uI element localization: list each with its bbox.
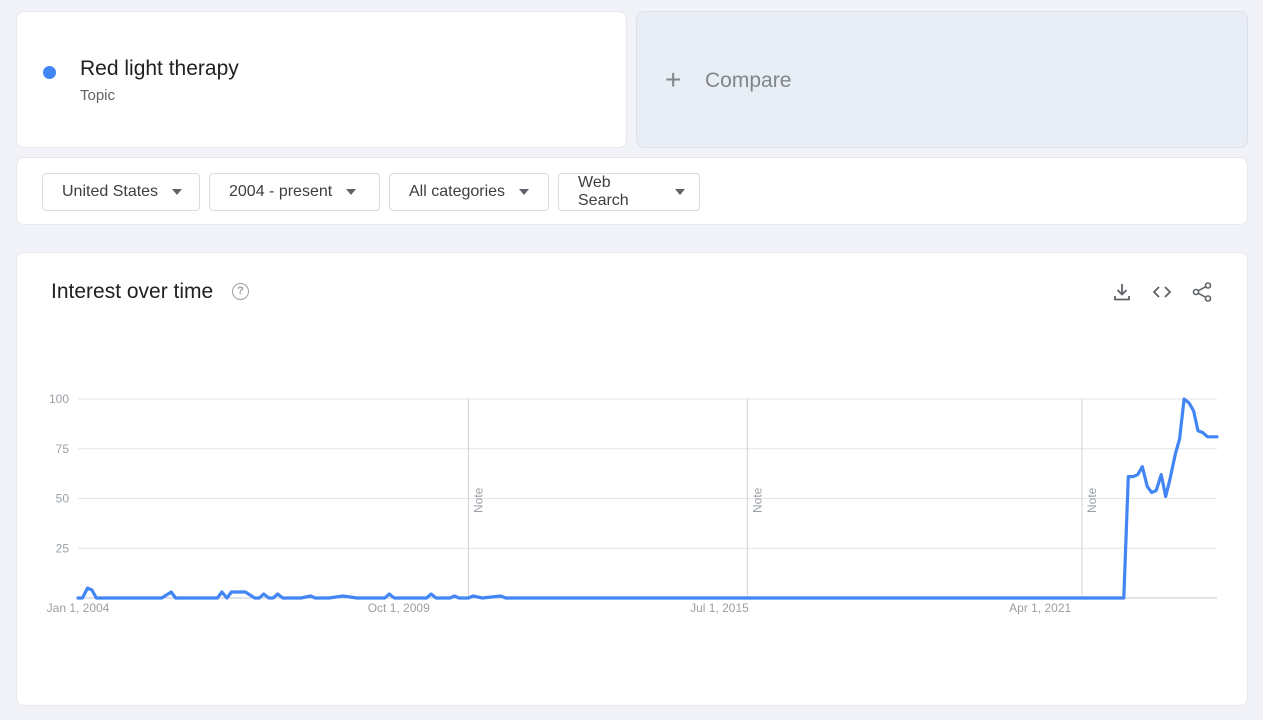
y-tick-label: 25 <box>56 541 70 555</box>
x-tick-label: Jan 1, 2004 <box>47 601 110 615</box>
note-label: Note <box>471 487 485 513</box>
chart-title: Interest over time <box>51 280 214 303</box>
x-tick-label: Apr 1, 2021 <box>1009 601 1071 615</box>
region-filter-label: United States <box>62 183 159 200</box>
compare-label: Compare <box>705 69 792 92</box>
search-term-card[interactable]: Red light therapy Topic <box>16 11 627 148</box>
category-filter-dropdown[interactable]: All categories <box>389 173 549 211</box>
search-term-name[interactable]: Red light therapy <box>80 57 239 81</box>
search-property-filter-dropdown[interactable]: Web Search <box>558 173 700 211</box>
note-label: Note <box>1085 487 1099 513</box>
caret-down-icon <box>172 189 183 195</box>
property-filter-label: Web Search <box>578 174 629 209</box>
caret-down-icon <box>519 189 530 195</box>
search-term-type: Topic <box>80 87 116 104</box>
x-tick-label: Oct 1, 2009 <box>368 601 430 615</box>
time-range-filter-dropdown[interactable]: 2004 - present <box>209 173 380 211</box>
y-tick-label: 75 <box>56 442 70 456</box>
region-filter-dropdown[interactable]: United States <box>42 173 200 211</box>
share-icon[interactable] <box>1191 281 1213 303</box>
interest-line-chart: 100 75 50 25 Note Note Note Jan 1, 2004 Oct 1, 2… <box>47 392 1219 615</box>
plus-icon: + <box>665 64 682 95</box>
y-tick-label: 100 <box>49 392 69 406</box>
interest-over-time-card: 100 75 50 25 Note Note Note Jan 1, 2004 Oct 1, 2… <box>16 252 1248 706</box>
caret-down-icon <box>675 189 685 195</box>
compare-button[interactable]: + Compare <box>636 11 1248 148</box>
note-label: Note <box>750 487 764 513</box>
caret-down-icon <box>346 189 357 195</box>
series-color-dot <box>43 66 56 79</box>
help-icon[interactable]: ? <box>232 283 249 300</box>
x-tick-label: Jul 1, 2015 <box>690 601 749 615</box>
time-filter-label: 2004 - present <box>229 183 333 200</box>
filter-bar: United States 2004 - present All categor… <box>16 157 1248 225</box>
category-filter-label: All categories <box>409 183 506 200</box>
embed-code-icon[interactable] <box>1151 281 1173 303</box>
download-icon[interactable] <box>1111 281 1133 303</box>
y-tick-label: 50 <box>56 492 70 506</box>
